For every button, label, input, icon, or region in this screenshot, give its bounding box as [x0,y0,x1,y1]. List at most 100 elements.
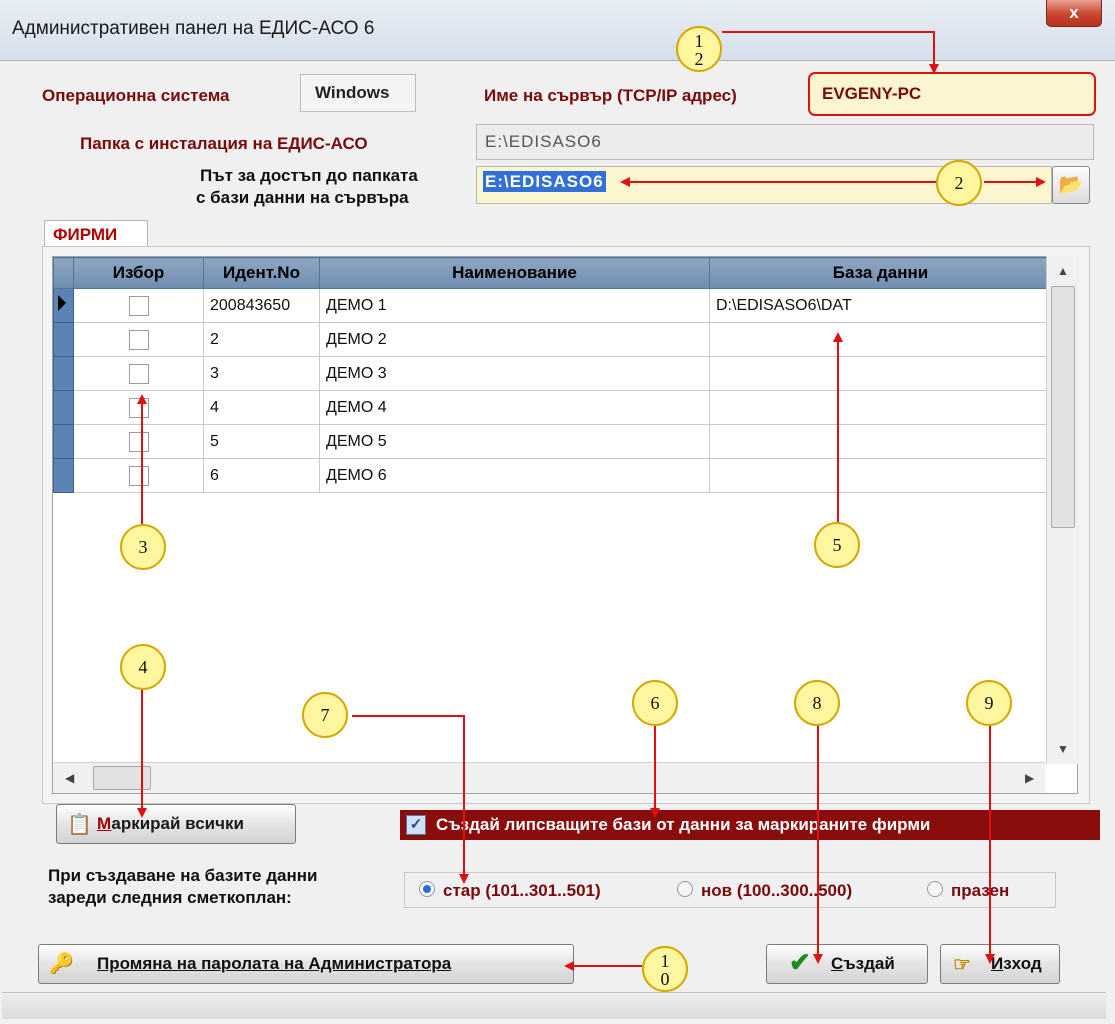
row-select-checkbox[interactable] [128,329,149,350]
install-folder-label: Папка с инсталация на ЕДИС-АСО [80,134,368,153]
row-select-checkbox[interactable] [128,465,149,486]
callout-marker-10: 10 [642,946,688,992]
os-label: Операционна система [42,86,230,105]
scroll-down-arrow-icon[interactable]: ▼ [1057,742,1069,756]
row-database[interactable] [709,322,1052,357]
row-database[interactable] [709,390,1052,425]
row-name: ДЕМО 6 [319,458,710,493]
row-id: 200843650 [203,288,320,323]
status-bar [2,992,1106,1019]
exit-accelerator: И [991,954,1004,973]
column-header-name[interactable]: Наименование [319,257,710,289]
row-database[interactable] [709,458,1052,493]
row-select-checkbox[interactable] [128,397,149,418]
open-folder-icon: 📂 [1058,174,1084,196]
grid-vertical-scrollbar[interactable]: ▲ ▼ [1046,256,1079,764]
table-row[interactable]: 6 ДЕМО 6 [53,458,1052,493]
row-select-checkbox[interactable] [128,363,149,384]
db-path-label-line1: Път за достъп до папката [200,166,418,185]
callout-marker-2: 2 [936,160,982,206]
table-row[interactable]: 2 ДЕМО 2 [53,322,1052,357]
grid-indicator-header [53,257,74,289]
row-id: 6 [203,458,320,493]
row-database[interactable]: D:\EDISASO6\DAT [709,288,1052,323]
vertical-scroll-thumb[interactable] [1051,286,1075,528]
radio-unselected-icon [927,881,943,897]
key-icon: 🔑 [49,953,74,975]
table-row[interactable]: 4 ДЕМО 4 [53,390,1052,425]
table-row[interactable]: 5 ДЕМО 5 [53,424,1052,459]
grid-horizontal-scrollbar[interactable]: ◀ ▶ [53,762,1045,793]
row-indicator [53,458,74,493]
radio-new-plan[interactable]: нов (100..300..500) [677,881,852,901]
window-title: Административен панел на ЕДИС-АСО 6 [12,18,375,39]
row-id: 5 [203,424,320,459]
row-id: 3 [203,356,320,391]
row-database[interactable] [709,356,1052,391]
row-name: ДЕМО 3 [319,356,710,391]
close-button[interactable]: x [1046,0,1102,27]
create-accelerator: С [831,954,844,973]
create-missing-label: Създай липсващите бази от данни за марки… [436,815,931,834]
firms-grid: Избор Идент.No Наименование База данни 2… [52,256,1078,794]
column-header-select[interactable]: Избор [73,257,204,289]
radio-selected-icon [419,881,435,897]
callout-marker-4: 4 [120,644,166,690]
change-admin-password-button[interactable]: 🔑 Промяна на паролата на Администратора [38,944,574,984]
server-label: Име на сървър (TCP/IP адрес) [484,86,737,105]
scroll-up-arrow-icon[interactable]: ▲ [1057,264,1069,278]
create-label: ъздай [843,954,895,973]
create-missing-check-icon[interactable]: ✓ [406,815,426,835]
row-indicator [53,356,74,391]
plan-label-line2: зареди следния сметкоплан: [48,888,292,907]
install-folder-field: E:\EDISASO6 [476,124,1094,160]
create-button[interactable]: ✔ Създай [766,944,928,984]
table-row[interactable]: 200843650 ДЕМО 1 D:\EDISASO6\DAT [53,288,1052,323]
change-admin-password-label: Промяна на паролата на Администратора [97,954,452,973]
server-name-input[interactable]: EVGENY-PC [808,72,1096,116]
grid-header-row: Избор Идент.No Наименование База данни [53,257,1052,289]
radio-empty-plan[interactable]: празен [927,881,1009,901]
radio-old-plan-label: стар (101..301..501) [443,881,601,900]
exit-button[interactable]: ☞ Изход [940,944,1060,984]
clipboard-check-icon: 📋 [67,814,92,836]
pointing-hand-icon: ☞ [953,954,971,976]
callout-marker-5: 5 [814,522,860,568]
row-indicator [53,288,74,323]
db-path-selected-text: E:\EDISASO6 [483,171,606,192]
radio-unselected-icon [677,881,693,897]
radio-empty-plan-label: празен [951,881,1010,900]
mark-all-accelerator: М [97,814,112,833]
radio-old-plan[interactable]: стар (101..301..501) [419,881,601,901]
row-id: 2 [203,322,320,357]
row-select-checkbox[interactable] [128,295,149,316]
scroll-right-arrow-icon[interactable]: ▶ [1025,771,1034,785]
plan-label-line1: При създаване на базите данни [48,866,318,885]
column-header-database[interactable]: База данни [709,257,1052,289]
callout-marker-8: 8 [794,680,840,726]
row-name: ДЕМО 5 [319,424,710,459]
mark-all-button[interactable]: 📋 Маркирай всички [56,804,296,844]
row-name: ДЕМО 4 [319,390,710,425]
title-bar: Административен панел на ЕДИС-АСО 6 x [0,0,1115,61]
create-missing-db-checkbox[interactable]: ✓ Създай липсващите бази от данни за мар… [400,810,1100,840]
callout-marker-9: 9 [966,680,1012,726]
row-name: ДЕМО 2 [319,322,710,357]
horizontal-scroll-thumb[interactable] [93,766,151,790]
db-path-label-line2: с бази данни на сървъра [196,188,409,207]
current-row-arrow-icon [58,295,66,311]
callout-marker-1: 12 [676,26,722,72]
scroll-left-arrow-icon[interactable]: ◀ [65,771,74,785]
mark-all-label: аркирай всички [111,814,244,833]
row-indicator [53,322,74,357]
os-value: Windows [300,74,416,112]
tab-firms[interactable]: ФИРМИ [44,220,148,248]
column-header-id[interactable]: Идент.No [203,257,320,289]
browse-folder-button[interactable]: 📂 [1052,166,1090,204]
callout-marker-3: 3 [120,524,166,570]
row-indicator [53,424,74,459]
radio-new-plan-label: нов (100..300..500) [701,881,853,900]
row-select-checkbox[interactable] [128,431,149,452]
table-row[interactable]: 3 ДЕМО 3 [53,356,1052,391]
row-database[interactable] [709,424,1052,459]
